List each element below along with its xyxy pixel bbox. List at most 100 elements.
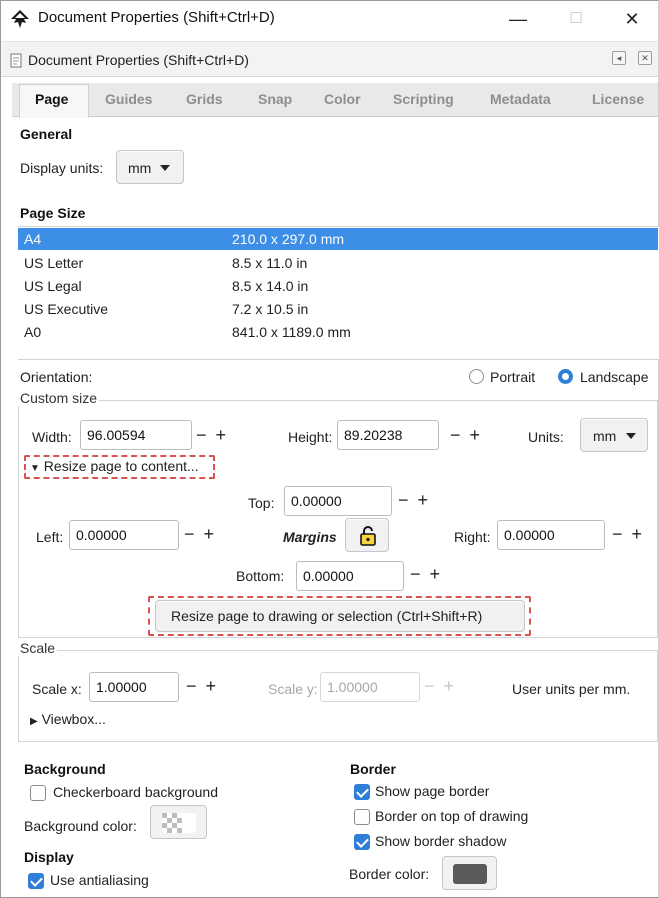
background-heading: Background <box>24 761 106 777</box>
right-margin-stepper[interactable]: − + <box>612 524 644 545</box>
height-stepper[interactable]: − + <box>450 425 482 446</box>
general-heading: General <box>20 126 73 142</box>
units-value: mm <box>593 428 617 444</box>
border-on-top-checkbox[interactable] <box>354 809 370 825</box>
right-margin-label: Right: <box>454 529 491 545</box>
tab-license[interactable]: License <box>592 91 644 107</box>
background-color-button[interactable] <box>150 805 207 839</box>
background-color-label: Background color: <box>24 818 137 834</box>
resize-expander-label: Resize page to content... <box>43 458 199 474</box>
dialog-title: Document Properties (Shift+Ctrl+D) <box>28 52 249 68</box>
page-size-name: US Letter <box>24 255 84 271</box>
show-border-label[interactable]: Show page border <box>375 783 489 799</box>
maximize-button[interactable]: ☐ <box>556 6 596 32</box>
top-margin-input[interactable]: 0.00000 <box>284 486 392 516</box>
antialiasing-label[interactable]: Use antialiasing <box>50 872 149 888</box>
page-size-row-us-executive[interactable]: US Executive 7.2 x 10.5 in <box>18 298 658 320</box>
top-margin-label: Top: <box>248 495 275 511</box>
left-margin-input[interactable]: 0.00000 <box>69 520 179 550</box>
portrait-label[interactable]: Portrait <box>490 369 535 385</box>
right-margin-input[interactable]: 0.00000 <box>497 520 605 550</box>
page-size-name: US Executive <box>24 301 109 317</box>
tab-color[interactable]: Color <box>324 91 361 107</box>
tab-grids[interactable]: Grids <box>186 91 223 107</box>
window-title: Document Properties (Shift+Ctrl+D) <box>38 9 275 26</box>
minimize-button[interactable]: — <box>498 6 538 32</box>
scale-x-input[interactable]: 1.00000 <box>89 672 179 702</box>
scale-x-stepper[interactable]: − + <box>186 676 218 697</box>
document-properties-icon <box>10 53 22 68</box>
border-shadow-checkbox[interactable] <box>354 834 370 850</box>
page-size-heading: Page Size <box>20 205 86 221</box>
page-size-dimensions: 841.0 x 1189.0 mm <box>232 324 351 340</box>
border-color-label: Border color: <box>349 866 430 882</box>
orientation-label: Orientation: <box>20 369 93 385</box>
viewbox-expander[interactable]: ▶ Viewbox... <box>30 711 106 727</box>
page-size-name: A0 <box>24 324 42 340</box>
page-size-dimensions: 8.5 x 14.0 in <box>232 278 309 294</box>
scale-y-label: Scale y: <box>268 681 318 697</box>
page-size-row-us-letter[interactable]: US Letter 8.5 x 11.0 in <box>18 252 658 274</box>
page-size-name: US Legal <box>24 278 82 294</box>
tab-metadata[interactable]: Metadata <box>490 91 551 107</box>
border-color-swatch <box>453 864 487 884</box>
bottom-margin-label: Bottom: <box>236 568 285 584</box>
scale-y-input: 1.00000 <box>320 672 420 702</box>
width-input[interactable]: 96.00594 <box>80 420 192 450</box>
margins-lock-button[interactable] <box>345 518 389 552</box>
width-stepper[interactable]: − + <box>196 425 228 446</box>
top-margin-stepper[interactable]: − + <box>398 490 430 511</box>
checkerboard-swatch-icon <box>162 813 196 833</box>
resize-to-drawing-button[interactable]: Resize page to drawing or selection (Ctr… <box>155 600 525 632</box>
chevron-down-icon <box>626 433 636 439</box>
height-input[interactable]: 89.20238 <box>337 420 439 450</box>
border-shadow-label[interactable]: Show border shadow <box>375 833 507 849</box>
display-units-label: Display units: <box>20 160 104 176</box>
width-label: Width: <box>32 429 72 445</box>
checkerboard-checkbox[interactable] <box>30 785 46 801</box>
antialiasing-checkbox[interactable] <box>28 873 44 889</box>
page-size-row-us-legal[interactable]: US Legal 8.5 x 14.0 in <box>18 275 658 297</box>
portrait-radio[interactable] <box>469 369 484 384</box>
border-heading: Border <box>350 761 396 777</box>
units-label: Units: <box>528 429 564 445</box>
bottom-margin-input[interactable]: 0.00000 <box>296 561 404 591</box>
tab-page[interactable]: Page <box>35 91 68 107</box>
tab-guides[interactable]: Guides <box>105 91 152 107</box>
units-dropdown[interactable]: mm <box>580 418 648 452</box>
page-size-row-a4[interactable]: A4 210.0 x 297.0 mm <box>18 228 658 250</box>
show-border-checkbox[interactable] <box>354 784 370 800</box>
tab-scripting[interactable]: Scripting <box>393 91 454 107</box>
border-on-top-label[interactable]: Border on top of drawing <box>375 808 528 824</box>
page-size-row-a0[interactable]: A0 841.0 x 1189.0 mm <box>18 321 658 343</box>
margins-label: Margins <box>283 529 337 545</box>
dialog-close-icon[interactable]: ✕ <box>638 51 652 65</box>
display-heading: Display <box>24 849 74 865</box>
close-window-button[interactable]: ✕ <box>612 6 652 32</box>
user-units-text: User units per mm. <box>512 681 631 697</box>
scale-y-stepper: − + <box>424 676 457 696</box>
border-color-button[interactable] <box>442 856 497 890</box>
landscape-radio[interactable] <box>558 369 573 384</box>
left-margin-stepper[interactable]: − + <box>184 524 216 545</box>
expander-down-icon: ▼ <box>30 463 40 474</box>
checkerboard-label[interactable]: Checkerboard background <box>53 784 218 800</box>
resize-page-to-content-expander[interactable]: ▼ Resize page to content... <box>30 458 199 474</box>
tab-snap[interactable]: Snap <box>258 91 292 107</box>
height-label: Height: <box>288 429 333 445</box>
scale-x-label: Scale x: <box>32 681 82 697</box>
scale-legend: Scale <box>18 640 58 656</box>
expander-right-icon: ▶ <box>30 716 38 727</box>
dock-icon[interactable]: ◂ <box>612 51 626 65</box>
custom-size-legend: Custom size <box>18 390 100 406</box>
page-size-dimensions: 8.5 x 11.0 in <box>232 255 308 271</box>
unlock-icon <box>360 526 376 546</box>
page-size-dimensions: 7.2 x 10.5 in <box>232 301 309 317</box>
display-units-value: mm <box>128 160 152 176</box>
chevron-down-icon <box>160 165 170 171</box>
display-units-dropdown[interactable]: mm <box>116 150 184 184</box>
page-size-dimensions: 210.0 x 297.0 mm <box>232 231 345 247</box>
resize-to-drawing-label: Resize page to drawing or selection (Ctr… <box>171 608 483 624</box>
landscape-label[interactable]: Landscape <box>580 369 649 385</box>
bottom-margin-stepper[interactable]: − + <box>410 564 442 585</box>
